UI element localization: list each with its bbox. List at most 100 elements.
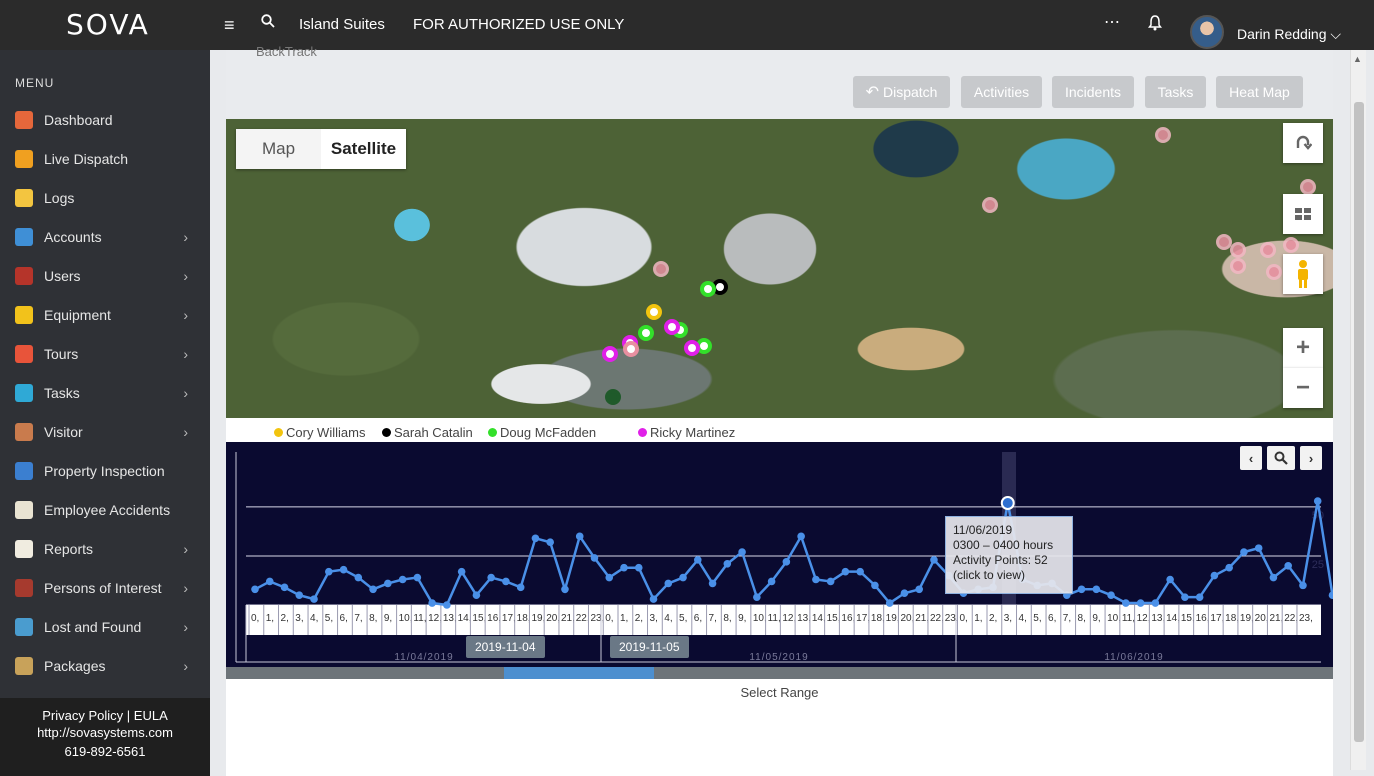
data-point[interactable] [280, 583, 289, 592]
sidebar-item-employee-accidents[interactable]: Employee Accidents [0, 492, 210, 528]
range-slider-selection[interactable] [504, 667, 654, 679]
data-point[interactable] [443, 601, 451, 609]
data-point[interactable] [1313, 497, 1322, 505]
data-point[interactable] [590, 554, 599, 562]
sidebar-item-tasks[interactable]: Tasks › [0, 375, 210, 411]
search-icon[interactable] [261, 14, 275, 33]
data-point[interactable] [354, 573, 363, 582]
data-point[interactable] [797, 532, 805, 541]
sidebar-item-visitor[interactable]: Visitor › [0, 414, 210, 450]
sidebar-item-users[interactable]: Users › [0, 258, 210, 294]
scroll-thumb[interactable] [1354, 102, 1364, 742]
range-slider[interactable] [226, 667, 1333, 679]
data-point[interactable] [575, 532, 584, 541]
satellite-map[interactable]: Map Satellite + − [226, 119, 1333, 418]
data-point[interactable] [694, 556, 702, 564]
legend-item[interactable]: Doug McFadden [488, 425, 596, 440]
data-point[interactable] [930, 556, 938, 564]
range-start-flag[interactable]: 2019-11-04 [466, 636, 545, 658]
tasks-button[interactable]: Tasks [1145, 76, 1206, 108]
data-point[interactable] [561, 585, 569, 594]
data-point[interactable] [708, 579, 717, 588]
map-marker[interactable] [1260, 242, 1276, 258]
data-point[interactable] [679, 573, 687, 582]
sova-logo[interactable]: SOVA [66, 8, 150, 41]
timeline-plot[interactable]: 50250, 1, 2, 3, 4, 5, 6, 7, 8, 9, 10, 11, 12, 13, 14, 1… [226, 442, 1333, 667]
site-name[interactable]: Island Suites [299, 16, 385, 33]
timeline-zoom-button[interactable] [1267, 446, 1295, 470]
company-url-link[interactable]: http://sovasystems.com [0, 724, 210, 741]
data-point[interactable] [1107, 591, 1115, 599]
data-point[interactable] [413, 573, 422, 582]
data-point[interactable] [620, 563, 628, 572]
user-avatar[interactable] [1190, 15, 1224, 49]
data-point[interactable] [472, 591, 481, 599]
data-point[interactable] [265, 577, 274, 586]
data-point[interactable] [1092, 585, 1101, 594]
bell-icon[interactable] [1148, 15, 1162, 36]
data-point[interactable] [502, 577, 510, 586]
data-point[interactable] [1122, 599, 1130, 607]
incidents-button[interactable]: Incidents [1052, 76, 1134, 108]
data-point[interactable] [546, 538, 554, 547]
data-point[interactable] [1254, 544, 1263, 552]
data-point[interactable] [634, 563, 643, 572]
sidebar-item-tours[interactable]: Tours › [0, 336, 210, 372]
map-marker[interactable] [1300, 179, 1316, 195]
data-point[interactable] [1000, 496, 1015, 510]
map-type-map[interactable]: Map [236, 129, 321, 169]
data-point[interactable] [1210, 571, 1219, 580]
zoom-out-icon[interactable]: − [1283, 368, 1323, 408]
dispatch-button[interactable]: ↶ Dispatch [853, 76, 950, 108]
data-point[interactable] [738, 548, 746, 556]
map-marker-doug-mcfadden[interactable] [700, 281, 716, 297]
sidebar-item-persons-of-interest[interactable]: Persons of Interest › [0, 570, 210, 606]
data-point[interactable] [398, 575, 407, 584]
data-point[interactable] [295, 591, 304, 599]
activity-timeline-chart[interactable]: 50 25 0, 1, 2, 3, 4, 5, 6, 7, 8, 9, 10, 11, 12, 13, 14, 1… [226, 442, 1333, 667]
rotate-icon[interactable] [1283, 123, 1323, 163]
legend-item[interactable]: Cory Williams [274, 425, 365, 440]
sidebar-item-dashboard[interactable]: Dashboard [0, 102, 210, 138]
map-marker[interactable] [1266, 264, 1282, 280]
data-point[interactable] [826, 577, 835, 586]
data-point[interactable] [900, 589, 909, 598]
data-point[interactable] [723, 560, 732, 568]
data-point[interactable] [856, 567, 864, 576]
data-point[interactable] [1181, 593, 1189, 601]
sidebar-item-property-inspection[interactable]: Property Inspection [0, 453, 210, 489]
more-options-icon[interactable]: ⋯ [1104, 12, 1120, 32]
sidebar-item-equipment[interactable]: Equipment › [0, 297, 210, 333]
data-point[interactable] [1269, 573, 1278, 582]
data-point[interactable] [1151, 599, 1160, 607]
map-marker[interactable] [982, 197, 998, 213]
map-marker-ricky-martinez[interactable] [664, 319, 680, 335]
data-point[interactable] [516, 583, 525, 592]
pegman-icon[interactable] [1283, 254, 1323, 294]
data-point[interactable] [487, 573, 495, 582]
range-end-flag[interactable]: 2019-11-05 [610, 636, 689, 658]
data-point[interactable] [251, 585, 259, 594]
tilt-icon[interactable] [1283, 194, 1323, 234]
data-point[interactable] [1225, 563, 1233, 572]
data-point[interactable] [915, 585, 923, 594]
data-point[interactable] [871, 581, 879, 590]
data-point[interactable] [664, 579, 673, 588]
data-point[interactable] [1284, 561, 1292, 570]
map-marker[interactable] [623, 341, 639, 357]
data-point[interactable] [1166, 575, 1174, 584]
map-marker[interactable] [1230, 258, 1246, 274]
data-point[interactable] [457, 567, 466, 576]
activities-button[interactable]: Activities [961, 76, 1042, 108]
data-point[interactable] [885, 599, 894, 607]
data-point[interactable] [1136, 599, 1145, 607]
data-point[interactable] [384, 579, 392, 588]
scroll-up-arrow-icon[interactable]: ▲ [1353, 54, 1362, 64]
data-point[interactable] [605, 573, 614, 582]
data-point[interactable] [531, 534, 540, 543]
data-point[interactable] [1240, 548, 1248, 556]
privacy-policy-link[interactable]: Privacy Policy [42, 708, 123, 723]
data-point[interactable] [841, 567, 850, 576]
heat-map-button[interactable]: Heat Map [1216, 76, 1303, 108]
map-marker[interactable] [1283, 237, 1299, 253]
